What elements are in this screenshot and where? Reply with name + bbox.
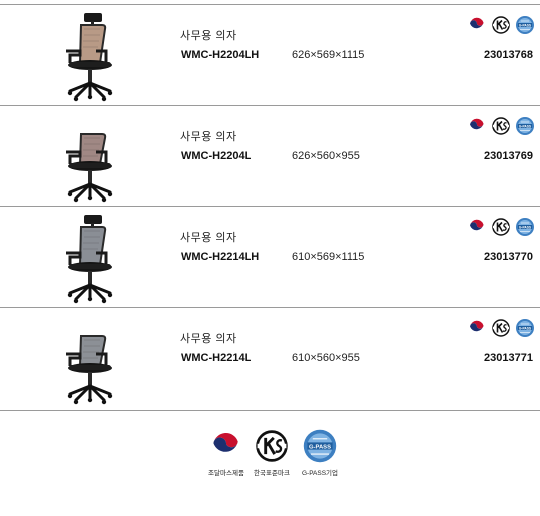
ks-mark-icon: [491, 15, 511, 35]
ks-mark-icon: [491, 116, 511, 136]
product-name: 사무용 의자: [180, 232, 237, 244]
ks-mark-icon: [491, 217, 511, 237]
legend-item-ks: 한국표준마크: [248, 428, 296, 477]
product-name: 사무용 의자: [180, 131, 237, 143]
chair-image: [66, 215, 113, 304]
product-code: 23013771: [484, 352, 533, 364]
gpass-mark-icon: [515, 217, 535, 237]
model-number: WMC-H2214L: [181, 352, 252, 364]
excellent-procurement-mark-icon: [467, 217, 487, 237]
dimensions: 610×569×1115: [292, 251, 365, 263]
product-code: 23013768: [484, 49, 533, 61]
ks-mark-icon: [254, 428, 290, 464]
model-number: WMC-H2214LH: [181, 251, 260, 263]
dimensions: 626×569×1115: [292, 49, 365, 61]
chair-image: [66, 13, 113, 102]
legend-label: 조달마스제품: [208, 470, 244, 477]
legend-item-gpass: G-PASS기업: [296, 428, 344, 477]
certification-marks: [467, 217, 535, 237]
certification-marks: [467, 116, 535, 136]
gpass-mark-icon: [515, 116, 535, 136]
product-name: 사무용 의자: [180, 333, 237, 345]
model-number: WMC-H2204L: [181, 150, 252, 162]
legend-label: G-PASS기업: [301, 470, 339, 477]
excellent-procurement-mark-icon: [467, 318, 487, 338]
certification-marks: [467, 318, 535, 338]
gpass-mark-icon: [515, 15, 535, 35]
legend-label: 한국표준마크: [254, 470, 290, 477]
excellent-procurement-mark-icon: [467, 15, 487, 35]
chair-image: [66, 335, 113, 405]
dimensions: 610×560×955: [292, 352, 360, 364]
excellent-procurement-mark-icon: [467, 116, 487, 136]
product-thumbnail: [40, 213, 130, 305]
excellent-procurement-mark-icon: [208, 428, 244, 464]
product-code: 23013769: [484, 150, 533, 162]
certification-marks: [467, 15, 535, 35]
product-row: 사무용 의자 WMC-H2214L 610×560×955 23013771: [0, 307, 540, 411]
legend-item-procurement: 조달마스제품: [202, 428, 250, 477]
gpass-mark-icon: [302, 428, 338, 464]
product-thumbnail: [40, 11, 130, 103]
product-row: 사무용 의자 WMC-H2214LH 610×569×1115 23013770: [0, 206, 540, 309]
product-name: 사무용 의자: [180, 30, 237, 42]
product-thumbnail: [40, 112, 130, 204]
certification-legend: 조달마스제품 한국표준마크 G-PASS기업: [202, 428, 342, 478]
dimensions: 626×560×955: [292, 150, 360, 162]
product-thumbnail: [40, 314, 130, 406]
gpass-mark-icon: [515, 318, 535, 338]
product-row: 사무용 의자 WMC-H2204LH 626×569×1115 23013768: [0, 4, 540, 107]
chair-image: [66, 133, 113, 203]
product-code: 23013770: [484, 251, 533, 263]
model-number: WMC-H2204LH: [181, 49, 260, 61]
product-row: 사무용 의자 WMC-H2204L 626×560×955 23013769: [0, 105, 540, 208]
ks-mark-icon: [491, 318, 511, 338]
